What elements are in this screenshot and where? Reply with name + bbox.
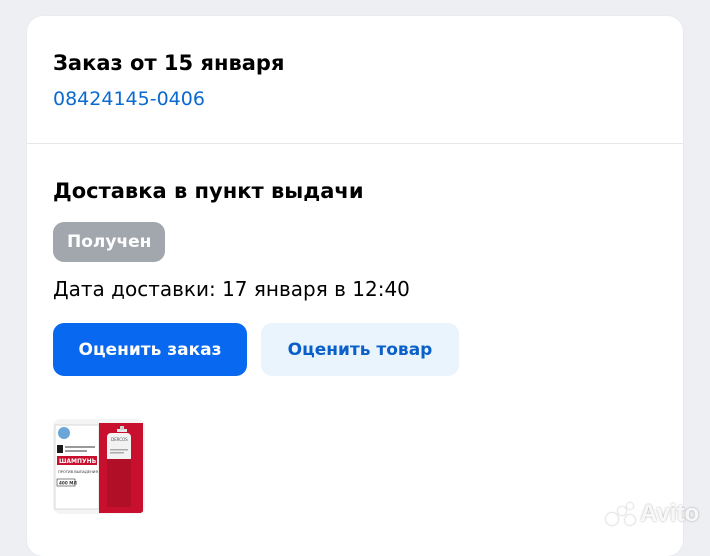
box-label: ШАМПУНЬ bbox=[59, 458, 97, 465]
avito-logo-icon bbox=[606, 503, 636, 525]
avito-watermark: Avito bbox=[606, 500, 699, 528]
delivery-title: Доставка в пункт выдачи bbox=[53, 179, 364, 203]
order-title: Заказ от 15 января bbox=[53, 51, 285, 75]
box-volume: 400 МЛ bbox=[59, 481, 77, 486]
rate-order-button[interactable]: Оценить заказ bbox=[53, 323, 247, 376]
order-number-link[interactable]: 08424145-0406 bbox=[53, 85, 205, 113]
delivery-section: Доставка в пункт выдачи Получен Дата дос… bbox=[27, 144, 683, 376]
product-thumbnail[interactable]: ШАМПУНЬ ПРОТИВ ВЫПАДЕНИЯ ВОЛОС 400 МЛ DE… bbox=[53, 419, 145, 514]
order-card: Заказ от 15 января 08424145-0406 Доставк… bbox=[27, 16, 683, 556]
order-header: Заказ от 15 января 08424145-0406 bbox=[27, 16, 683, 125]
rate-product-button[interactable]: Оценить товар bbox=[261, 323, 459, 376]
delivery-date: Дата доставки: 17 января в 12:40 bbox=[53, 277, 410, 301]
action-buttons: Оценить заказ Оценить товар bbox=[53, 323, 683, 376]
status-badge: Получен bbox=[53, 222, 166, 262]
product-image: ШАМПУНЬ ПРОТИВ ВЫПАДЕНИЯ ВОЛОС 400 МЛ DE… bbox=[53, 419, 145, 514]
avito-wordmark: Avito bbox=[640, 500, 700, 527]
bottle-label: DERCOS bbox=[111, 437, 128, 442]
